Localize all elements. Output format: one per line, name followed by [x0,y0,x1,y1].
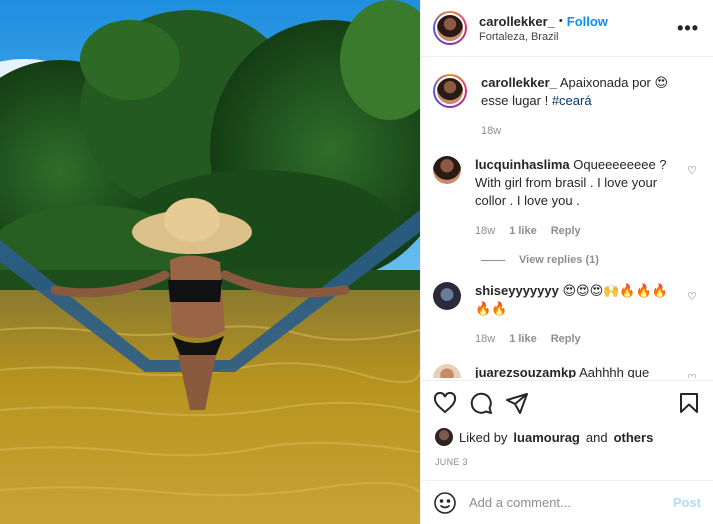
caption-username[interactable]: carollekker_ [481,75,557,90]
comments-list[interactable]: carollekker_ Apaixonada por 😍 esse lugar… [421,58,713,378]
liker-avatar[interactable] [435,428,453,446]
post-comment-button[interactable]: Post [673,495,701,510]
liked-by: Liked by luamourag and others [435,428,653,446]
caption: carollekker_ Apaixonada por 😍 esse lugar… [433,58,701,140]
beach-hammock-photo [0,0,420,524]
post-date[interactable]: JUNE 3 [435,457,468,467]
hashtag-link[interactable]: #ceará [552,93,592,108]
post-side-panel: carollekker_ • Follow Fortaleza, Brazil … [420,0,713,524]
like-comment-heart-icon[interactable]: ♡ [687,164,697,177]
reply-button[interactable]: Reply [551,330,581,348]
post-header: carollekker_ • Follow Fortaleza, Brazil … [421,0,713,57]
likes-others-link[interactable]: others [614,430,654,445]
liker-username[interactable]: luamourag [513,430,579,445]
comment-username[interactable]: shiseyyyyyyy [475,283,559,298]
liked-by-prefix: Liked by [459,429,508,445]
comment-item: shiseyyyyyyy 😍😍😍🙌🔥🔥🔥🔥🔥 18w 1 like Reply … [433,266,701,348]
emoji-icon[interactable] [433,491,457,515]
like-comment-heart-icon[interactable]: ♡ [687,372,697,378]
more-icon[interactable]: ••• [677,18,699,39]
separator: • [558,15,563,27]
action-bar [421,380,713,424]
view-replies-button[interactable]: View replies (1) [481,254,701,266]
comment-item: juarezsouzamkp Aahhhh que ♡ [433,348,701,378]
reply-button[interactable]: Reply [551,222,581,240]
avatar[interactable] [433,282,461,310]
view-replies-label: View replies (1) [519,254,599,266]
like-comment-heart-icon[interactable]: ♡ [687,290,697,303]
share-paper-plane-icon[interactable] [505,391,529,415]
follow-button[interactable]: Follow [567,14,608,29]
add-comment-bar: Post [421,480,713,524]
comment-time[interactable]: 18w [475,222,495,240]
comment-bubble-icon[interactable] [469,391,493,415]
comment-likes[interactable]: 1 like [509,222,537,240]
avatar[interactable] [433,11,467,45]
liked-by-and: and [585,429,608,445]
comment-username[interactable]: juarezsouzamkp [475,365,576,378]
comment-item: lucquinhaslima Oqueeeeeeee ? With girl f… [433,140,701,240]
comment-likes[interactable]: 1 like [509,330,537,348]
like-heart-icon[interactable] [433,391,457,415]
caption-time[interactable]: 18w [481,122,501,140]
comment-time[interactable]: 18w [475,330,495,348]
comment-input[interactable] [469,495,673,510]
avatar[interactable] [433,364,461,378]
post-photo[interactable] [0,0,420,524]
avatar[interactable] [433,74,467,108]
post-modal: carollekker_ • Follow Fortaleza, Brazil … [0,0,713,524]
save-bookmark-icon[interactable] [677,391,701,415]
comment-username[interactable]: lucquinhaslima [475,157,570,172]
comment-text: Aahhhh que [579,365,650,378]
author-username[interactable]: carollekker_ [479,14,555,29]
location-link[interactable]: Fortaleza, Brazil [479,31,677,43]
avatar[interactable] [433,156,461,184]
